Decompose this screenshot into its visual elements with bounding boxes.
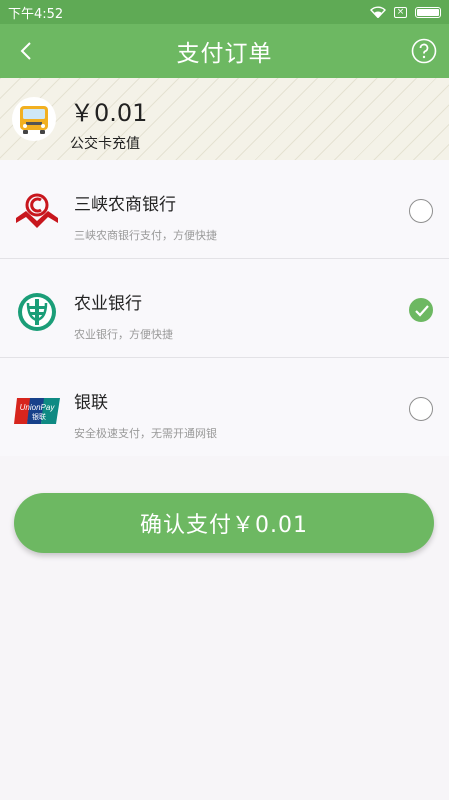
back-button[interactable] xyxy=(14,37,38,65)
order-summary: ￥0.01 公交卡充值 xyxy=(0,78,449,160)
status-bar: 下午4:52 × xyxy=(0,0,449,24)
bank-subtext: 安全极速支付，无需开通网银 xyxy=(74,427,217,440)
confirm-payment-button[interactable]: 确认支付￥0.01 xyxy=(14,493,434,553)
help-button[interactable] xyxy=(411,38,437,64)
bank-name: 农业银行 xyxy=(74,294,142,314)
svg-text:UnionPay: UnionPay xyxy=(20,403,56,412)
no-sim-icon: × xyxy=(394,6,407,18)
nav-bar: 支付订单 xyxy=(0,24,449,78)
payment-option-unionpay[interactable]: UnionPay 银联 银联 安全极速支付，无需开通网银 xyxy=(0,358,449,456)
status-time: 下午4:52 xyxy=(8,6,64,22)
order-description: 公交卡充值 xyxy=(70,136,140,152)
status-icons: × xyxy=(370,6,441,18)
payment-option-abc[interactable]: 农业银行 农业银行，方便快捷 xyxy=(0,259,449,358)
abc-bank-logo-icon xyxy=(14,289,60,335)
bus-avatar xyxy=(12,97,56,141)
payment-method-list: 三峡农商银行 三峡农商银行支付，方便快捷 农业银行 农业银行，方便快捷 Unio… xyxy=(0,160,449,456)
confirm-payment-label: 确认支付￥0.01 xyxy=(140,513,308,538)
checkmark-icon xyxy=(415,305,429,317)
payment-option-sanxia[interactable]: 三峡农商银行 三峡农商银行支付，方便快捷 xyxy=(0,160,449,259)
battery-icon xyxy=(415,6,441,18)
page-title: 支付订单 xyxy=(176,41,273,67)
order-amount: ￥0.01 xyxy=(70,99,148,127)
radio-sanxia[interactable] xyxy=(409,199,433,223)
sanxia-bank-logo-icon xyxy=(14,190,60,236)
bank-subtext: 农业银行，方便快捷 xyxy=(74,328,173,341)
radio-unionpay[interactable] xyxy=(409,397,433,421)
chevron-left-icon xyxy=(20,42,31,60)
radio-abc-selected[interactable] xyxy=(409,298,433,322)
unionpay-logo-icon: UnionPay 银联 xyxy=(14,388,60,434)
bus-icon xyxy=(20,106,48,134)
bank-name: 银联 xyxy=(74,393,108,413)
bank-name: 三峡农商银行 xyxy=(74,195,176,215)
help-icon xyxy=(411,38,437,64)
wifi-icon xyxy=(370,6,386,18)
svg-text:银联: 银联 xyxy=(32,412,46,421)
bank-subtext: 三峡农商银行支付，方便快捷 xyxy=(74,229,217,242)
